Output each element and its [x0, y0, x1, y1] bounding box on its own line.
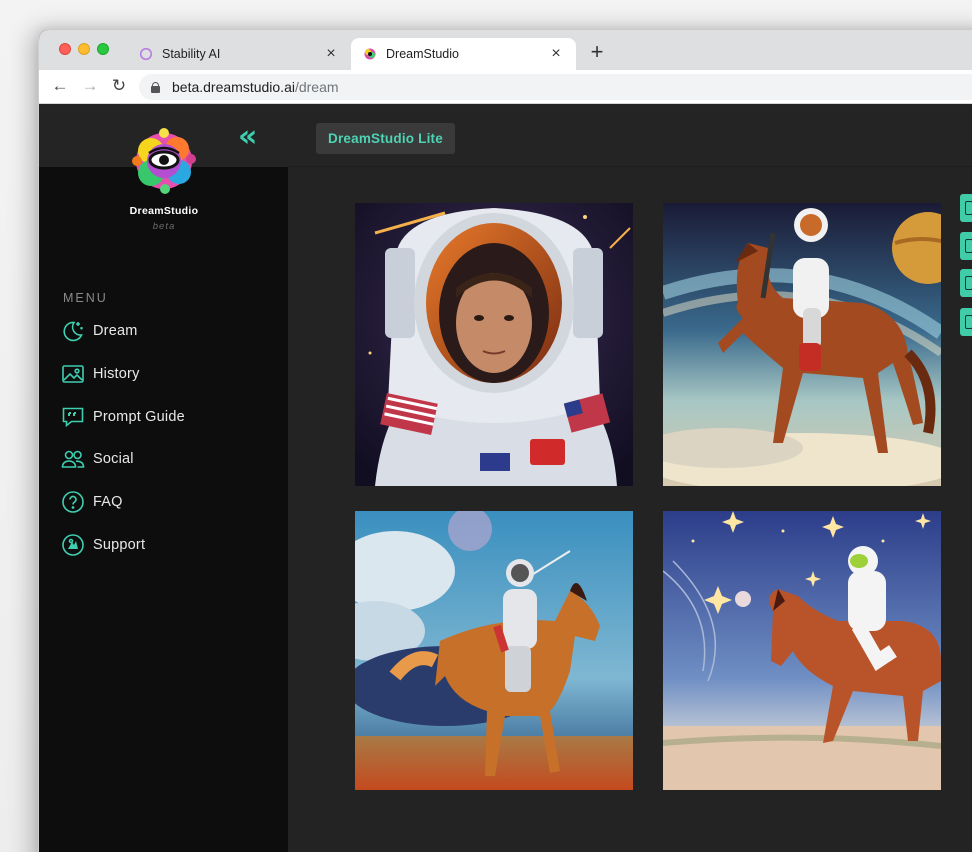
tool-icon: [965, 239, 972, 253]
tool-button-1[interactable]: [960, 194, 972, 222]
generated-image-1[interactable]: [355, 203, 633, 486]
url-host: beta.dreamstudio.ai: [172, 79, 295, 95]
sidebar-item-support[interactable]: Support: [61, 533, 185, 557]
new-tab-button[interactable]: +: [587, 39, 607, 65]
generated-image-3[interactable]: [355, 511, 633, 790]
sidebar-item-label: Support: [93, 536, 146, 553]
dreamstudio-logo: [132, 128, 196, 194]
astronaut-horse-desert-image: [355, 511, 633, 790]
tab-title: Stability AI: [162, 47, 221, 61]
brand-name: DreamStudio: [129, 205, 199, 217]
sidebar-item-label: Social: [93, 451, 134, 468]
image-gallery-icon: [62, 364, 84, 383]
sidebar-item-label: Prompt Guide: [93, 408, 185, 425]
tool-button-2[interactable]: [960, 232, 972, 260]
tab-close-icon[interactable]: ×: [323, 45, 339, 63]
moon-stars-icon: [63, 321, 83, 342]
sidebar-item-history[interactable]: History: [61, 362, 185, 386]
sidebar-item-dream[interactable]: Dream: [61, 319, 185, 343]
maximize-window-button[interactable]: [97, 43, 109, 55]
generated-image-2[interactable]: [663, 203, 941, 486]
sidebar: « DreamStudio beta MENU Dream History Pr…: [39, 105, 288, 852]
dreamstudio-favicon-icon: [364, 48, 376, 60]
close-window-button[interactable]: [59, 43, 71, 55]
beta-label: beta: [152, 221, 176, 232]
tab-dreamstudio[interactable]: DreamStudio ×: [351, 38, 576, 70]
reload-icon[interactable]: ↻: [109, 76, 129, 96]
astronaut-horse-stars-image: [663, 511, 941, 790]
dreamstudio-lite-button[interactable]: DreamStudio Lite: [316, 123, 455, 154]
question-icon: [62, 491, 84, 513]
collapse-sidebar-icon[interactable]: «: [238, 119, 258, 154]
tab-close-icon[interactable]: ×: [548, 45, 564, 63]
app-area: « DreamStudio beta MENU Dream History Pr…: [39, 105, 972, 852]
menu-heading: MENU: [63, 291, 108, 305]
sidebar-item-label: FAQ: [93, 494, 123, 511]
tab-stability-ai[interactable]: Stability AI ×: [127, 38, 351, 70]
support-icon: [62, 534, 84, 556]
tool-icon: [965, 276, 972, 290]
sidebar-item-label: Dream: [93, 323, 138, 339]
astronaut-portrait-image: [355, 203, 633, 486]
back-arrow-icon[interactable]: ←: [50, 76, 70, 96]
lock-icon: [151, 82, 160, 93]
minimize-window-button[interactable]: [78, 43, 90, 55]
sidebar-menu: Dream History Prompt Guide Social FAQ Su…: [61, 319, 185, 576]
generated-image-4[interactable]: [663, 511, 941, 790]
quote-bubble-icon: [62, 407, 84, 427]
tool-icon: [965, 201, 972, 215]
forward-arrow-icon[interactable]: →: [80, 76, 100, 96]
address-bar: ← → ↻ beta.dreamstudio.ai/dream: [39, 70, 972, 104]
url-input[interactable]: beta.dreamstudio.ai/dream: [139, 74, 972, 100]
tab-title: DreamStudio: [386, 47, 459, 61]
people-icon: [61, 451, 85, 469]
url-path: /dream: [294, 79, 339, 95]
tool-button-3[interactable]: [960, 269, 972, 297]
sidebar-item-label: History: [93, 365, 140, 382]
browser-window: Stability AI × DreamStudio × + ← → ↻ bet…: [38, 30, 972, 852]
tool-icon: [965, 315, 972, 329]
astronaut-horse-space-image: [663, 203, 941, 486]
tab-bar: Stability AI × DreamStudio × +: [39, 30, 972, 70]
tool-button-4[interactable]: [960, 308, 972, 336]
sidebar-item-prompt-guide[interactable]: Prompt Guide: [61, 405, 185, 429]
stability-favicon-icon: [139, 47, 153, 61]
sidebar-item-social[interactable]: Social: [61, 447, 185, 471]
sidebar-item-faq[interactable]: FAQ: [61, 490, 185, 514]
